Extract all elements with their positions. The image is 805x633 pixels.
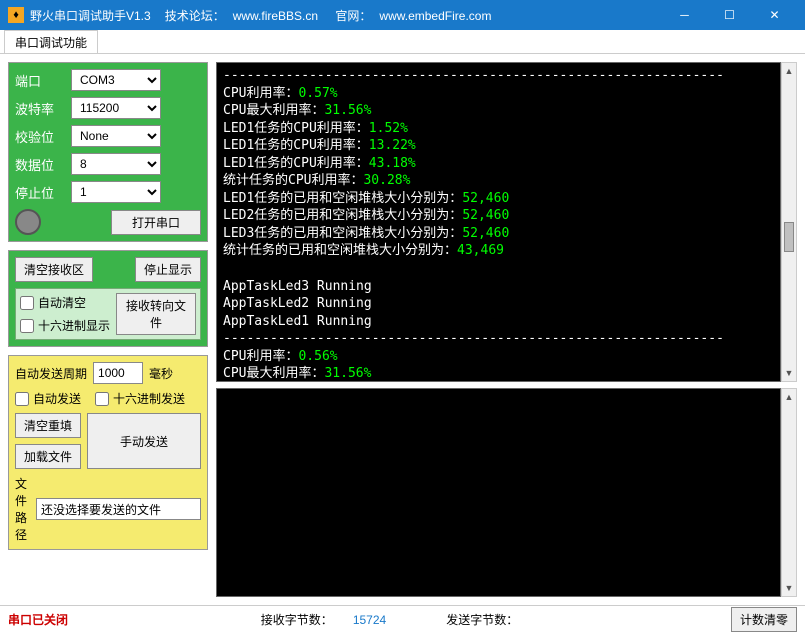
app-icon: ♦ xyxy=(8,7,24,23)
clear-receive-button[interactable]: 清空接收区 xyxy=(15,257,93,282)
titlebar: ♦ 野火串口调试助手V1.3 技术论坛：www.fireBBS.cn 官网：ww… xyxy=(0,0,805,30)
scroll-down-icon[interactable]: ▼ xyxy=(782,365,796,381)
period-unit: 毫秒 xyxy=(149,365,173,382)
receive-control-panel: 清空接收区 停止显示 自动清空 十六进制显示 接收转向文件 xyxy=(8,250,208,347)
status-indicator-icon xyxy=(15,209,41,235)
hex-send-checkbox[interactable]: 十六进制发送 xyxy=(95,390,185,407)
file-path-input[interactable] xyxy=(36,498,201,520)
tx-label: 发送字节数： xyxy=(446,611,518,628)
file-path-label: 文件路径 xyxy=(15,475,30,543)
baud-select[interactable]: 115200 xyxy=(71,97,161,119)
tabbar: 串口调试功能 xyxy=(0,30,805,54)
load-file-button[interactable]: 加载文件 xyxy=(15,444,81,469)
maximize-button[interactable]: ☐ xyxy=(707,0,752,30)
scroll-up-icon[interactable]: ▲ xyxy=(782,63,796,79)
stop-select[interactable]: 1 xyxy=(71,181,161,203)
rx-value: 15724 xyxy=(353,613,386,627)
send-control-panel: 自动发送周期 毫秒 自动发送 十六进制发送 清空重填 加载文件 手动发送 文件路… xyxy=(8,355,208,550)
tab-serial-debug[interactable]: 串口调试功能 xyxy=(4,30,98,53)
auto-clear-checkbox[interactable]: 自动清空 xyxy=(20,294,110,311)
data-select[interactable]: 8 xyxy=(71,153,161,175)
receive-to-file-button[interactable]: 接收转向文件 xyxy=(116,293,196,335)
rx-label: 接收字节数： xyxy=(261,611,333,628)
close-button[interactable]: ✕ xyxy=(752,0,797,30)
stop-label: 停止位 xyxy=(15,183,65,202)
baud-label: 波特率 xyxy=(15,99,65,118)
app-title: 野火串口调试助手V1.3 xyxy=(30,7,151,24)
forum-link[interactable]: www.fireBBS.cn xyxy=(233,9,318,23)
serial-config-panel: 端口 COM3 波特率 115200 校验位 None 数据位 8 停止位 1 … xyxy=(8,62,208,242)
reset-count-button[interactable]: 计数清零 xyxy=(731,607,797,632)
titlebar-links: 技术论坛：www.fireBBS.cn 官网：www.embedFire.com xyxy=(161,7,496,24)
minimize-button[interactable]: ─ xyxy=(662,0,707,30)
receive-scrollbar[interactable]: ▲ ▼ xyxy=(781,62,797,382)
stop-display-button[interactable]: 停止显示 xyxy=(135,257,201,282)
port-label: 端口 xyxy=(15,71,65,90)
port-select[interactable]: COM3 xyxy=(71,69,161,91)
parity-select[interactable]: None xyxy=(71,125,161,147)
scroll-up-icon[interactable]: ▲ xyxy=(782,389,796,405)
port-state: 串口已关闭 xyxy=(8,611,68,628)
period-input[interactable] xyxy=(93,362,143,384)
data-label: 数据位 xyxy=(15,155,65,174)
statusbar: 串口已关闭 接收字节数： 15724 发送字节数： 计数清零 xyxy=(0,605,805,633)
scroll-thumb[interactable] xyxy=(784,222,794,252)
open-port-button[interactable]: 打开串口 xyxy=(111,210,201,235)
manual-send-button[interactable]: 手动发送 xyxy=(87,413,201,469)
parity-label: 校验位 xyxy=(15,127,65,146)
scroll-down-icon[interactable]: ▼ xyxy=(782,580,796,596)
hex-display-checkbox[interactable]: 十六进制显示 xyxy=(20,317,110,334)
receive-terminal[interactable]: ----------------------------------------… xyxy=(216,62,781,382)
send-scrollbar[interactable]: ▲ ▼ xyxy=(781,388,797,597)
clear-refill-button[interactable]: 清空重填 xyxy=(15,413,81,438)
site-link[interactable]: www.embedFire.com xyxy=(379,9,491,23)
send-terminal[interactable] xyxy=(216,388,781,597)
period-label: 自动发送周期 xyxy=(15,365,87,382)
auto-send-checkbox[interactable]: 自动发送 xyxy=(15,390,81,407)
